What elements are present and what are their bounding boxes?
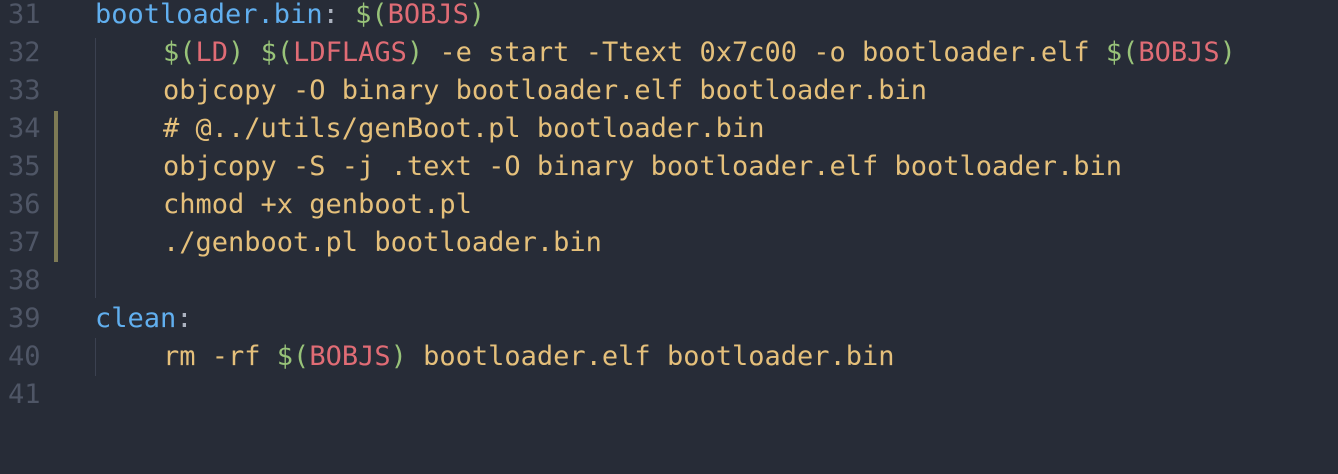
code-token: LDFLAGS (293, 37, 407, 68)
code-line[interactable]: 38 (0, 262, 1338, 300)
line-number: 31 (8, 0, 41, 30)
code-line[interactable]: 31 bootloader.bin: $(BOBJS) (0, 0, 1338, 34)
code-line[interactable]: 35 objcopy -S -j .text -O binary bootload… (0, 148, 1338, 186)
code-line[interactable]: 40 rm -rf $(BOBJS) bootloader.elf bootloa… (0, 338, 1338, 376)
code-line[interactable]: 32 $(LD) $(LDFLAGS) -e start -Ttext 0x7c0… (0, 34, 1338, 72)
code-token: rm -rf (163, 341, 277, 372)
code-text: rm -rf $(BOBJS) bootloader.elf bootloade… (95, 338, 895, 376)
code-token: BOBJS (309, 341, 391, 372)
code-token: ./genboot.pl bootloader.bin (163, 227, 602, 258)
code-token: # @../utils/genBoot.pl bootloader.bin (163, 113, 765, 144)
line-number: 40 (8, 341, 41, 372)
code-text: bootloader.bin: $(BOBJS) (95, 0, 485, 34)
code-token: : (322, 0, 356, 30)
code-text: clean: (95, 300, 193, 338)
line-number: 34 (8, 113, 41, 144)
code-token: ) (390, 341, 407, 372)
code-line[interactable]: 37 ./genboot.pl bootloader.bin (0, 224, 1338, 262)
code-token: BOBJS (1138, 37, 1220, 68)
code-token: ) (468, 0, 486, 30)
code-token: objcopy -S -j .text -O binary bootloader… (163, 151, 1123, 182)
code-token: -e start -Ttext 0x7c00 -o bootloader.elf (423, 37, 1106, 68)
code-text: objcopy -O binary bootloader.elf bootloa… (95, 72, 927, 110)
code-token: : (176, 303, 193, 334)
line-number: 37 (8, 227, 41, 258)
code-token: BOBJS (387, 0, 469, 30)
code-token: ) (406, 37, 424, 68)
code-text: # @../utils/genBoot.pl bootloader.bin (95, 110, 764, 148)
code-token: bootloader.elf bootloader.bin (406, 341, 895, 372)
code-token: bootloader.bin (95, 0, 323, 30)
line-number: 36 (8, 189, 41, 220)
code-editor[interactable]: 31 bootloader.bin: $(BOBJS) 32 $(LD) $(LDFL… (0, 0, 1338, 474)
line-number: 39 (8, 303, 41, 334)
code-token: LD (195, 37, 229, 68)
code-line[interactable]: 41 (0, 376, 1338, 414)
code-text: objcopy -S -j .text -O binary bootloader… (95, 148, 1122, 186)
line-number: 33 (8, 75, 41, 106)
code-token: $( (355, 0, 388, 30)
code-token: ) (228, 37, 245, 68)
code-token: clean (95, 303, 177, 334)
code-line[interactable]: 36 chmod +x genboot.pl (0, 186, 1338, 224)
code-line[interactable]: 34 # @../utils/genBoot.pl bootloader.bin (0, 110, 1338, 148)
code-line[interactable]: 39 clean: (0, 300, 1338, 338)
code-token: $( (260, 37, 294, 68)
line-number: 35 (8, 151, 41, 182)
code-token: $( (276, 341, 310, 372)
code-text: $(LD) $(LDFLAGS) -e start -Ttext 0x7c00 … (95, 34, 1236, 72)
code-token: $( (1105, 37, 1139, 68)
code-text: chmod +x genboot.pl (95, 186, 472, 224)
code-token: ) (1219, 37, 1236, 68)
code-token: chmod +x genboot.pl (163, 189, 472, 220)
code-token: $( (163, 37, 196, 68)
line-number: 32 (8, 37, 41, 68)
code-line[interactable]: 33 objcopy -O binary bootloader.elf bootl… (0, 72, 1338, 110)
code-text: ./genboot.pl bootloader.bin (95, 224, 602, 262)
code-token: objcopy -O binary bootloader.elf bootloa… (163, 75, 928, 106)
line-number: 38 (8, 265, 41, 296)
line-number: 41 (8, 379, 41, 410)
